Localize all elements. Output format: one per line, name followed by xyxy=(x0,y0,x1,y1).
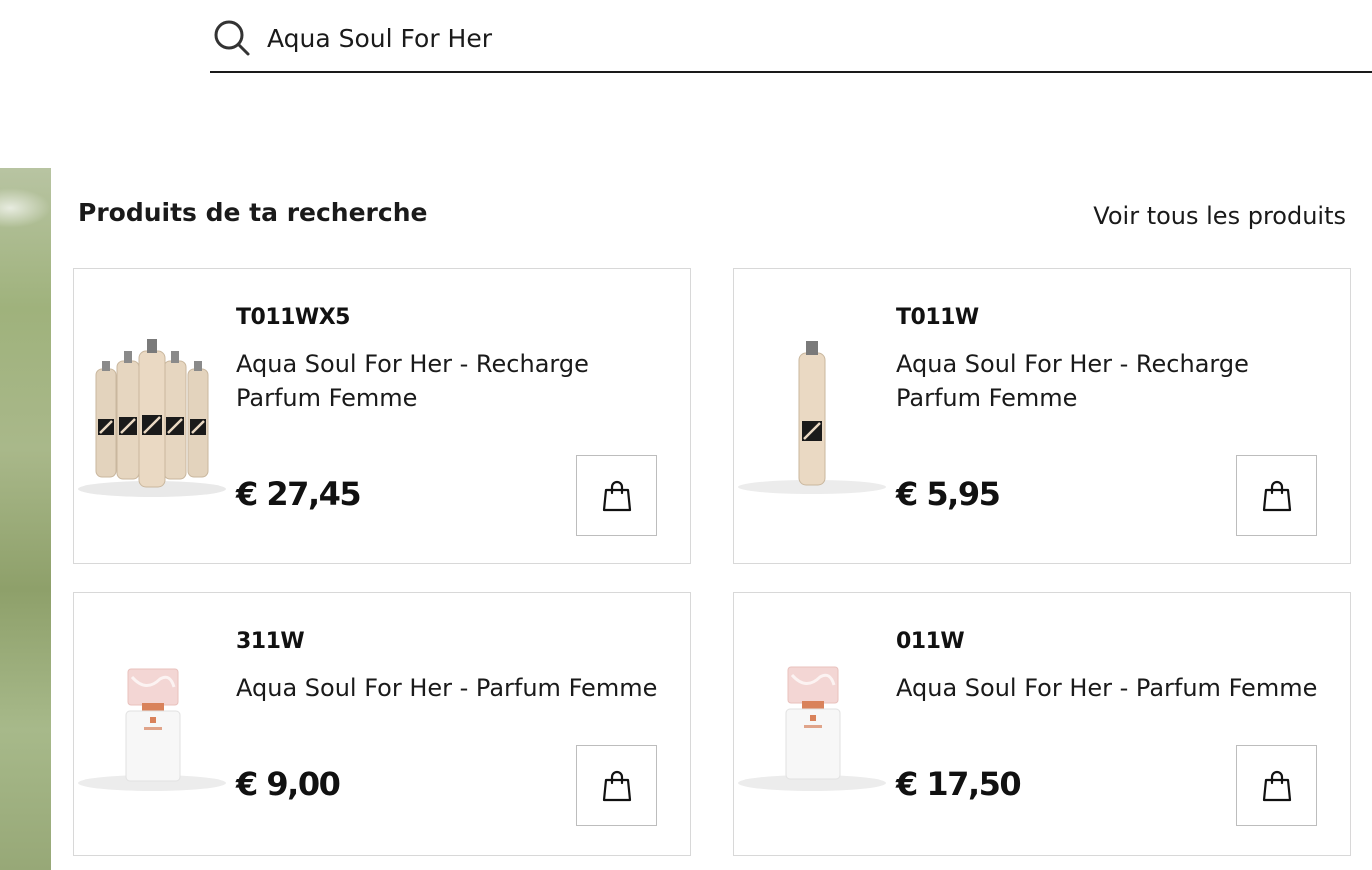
product-name[interactable]: Aqua Soul For Her - Recharge Parfum Femm… xyxy=(896,347,1336,415)
view-all-products-link[interactable]: Voir tous les produits xyxy=(1093,202,1346,230)
product-card[interactable]: T011WX5 Aqua Soul For Her - Recharge Par… xyxy=(73,268,691,564)
add-to-cart-button[interactable] xyxy=(1236,455,1317,536)
product-price: € 5,95 xyxy=(896,475,1001,513)
product-sku: T011WX5 xyxy=(236,305,350,330)
product-name[interactable]: Aqua Soul For Her - Parfum Femme xyxy=(896,671,1346,705)
background-image-strip xyxy=(0,168,51,870)
product-image-perfume-bottle[interactable] xyxy=(736,653,888,813)
shopping-bag-icon xyxy=(602,770,631,801)
product-name[interactable]: Aqua Soul For Her - Parfum Femme xyxy=(236,671,686,705)
shopping-bag-icon xyxy=(1262,480,1291,511)
product-card[interactable]: 011W Aqua Soul For Her - Parfum Femme € … xyxy=(733,592,1351,856)
product-name[interactable]: Aqua Soul For Her - Recharge Parfum Femm… xyxy=(236,347,676,415)
shopping-bag-icon xyxy=(602,480,631,511)
product-price: € 27,45 xyxy=(236,475,362,513)
product-sku: 311W xyxy=(236,629,305,654)
product-card[interactable]: T011W Aqua Soul For Her - Recharge Parfu… xyxy=(733,268,1351,564)
search-input[interactable] xyxy=(267,18,1167,58)
product-image-refill-pack[interactable] xyxy=(76,339,228,499)
product-price: € 9,00 xyxy=(236,765,341,803)
product-image-perfume-bottle[interactable] xyxy=(76,653,228,813)
add-to-cart-button[interactable] xyxy=(1236,745,1317,826)
add-to-cart-button[interactable] xyxy=(576,455,657,536)
search-bar xyxy=(210,0,1372,73)
product-sku: 011W xyxy=(896,629,965,654)
search-icon[interactable] xyxy=(212,18,252,58)
product-price: € 17,50 xyxy=(896,765,1022,803)
product-image-refill-single[interactable] xyxy=(736,339,888,499)
results-title: Produits de ta recherche xyxy=(78,198,428,227)
shopping-bag-icon xyxy=(1262,770,1291,801)
product-card[interactable]: 311W Aqua Soul For Her - Parfum Femme € … xyxy=(73,592,691,856)
add-to-cart-button[interactable] xyxy=(576,745,657,826)
product-sku: T011W xyxy=(896,305,979,330)
